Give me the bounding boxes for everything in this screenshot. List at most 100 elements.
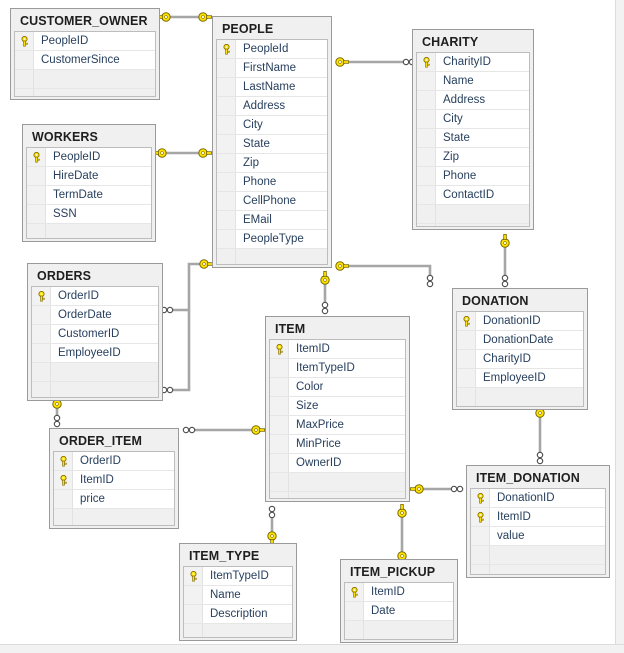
- field-row[interactable]: OwnerID: [270, 454, 405, 473]
- empty-field-row[interactable]: [217, 249, 327, 264]
- field-row[interactable]: EmployeeID: [457, 369, 583, 388]
- field-row[interactable]: ItemID: [270, 340, 405, 359]
- field-row[interactable]: Name: [184, 586, 292, 605]
- field-row[interactable]: City: [417, 110, 529, 129]
- field-gutter: [184, 605, 203, 623]
- field-row[interactable]: CharityID: [457, 350, 583, 369]
- field-name: Phone: [443, 170, 477, 182]
- er-diagram-canvas[interactable]: CUSTOMER_OWNER PeopleID CustomerSince PEOPL…: [0, 0, 624, 653]
- field-gutter: [457, 331, 476, 349]
- field-row[interactable]: DonationID: [471, 489, 605, 508]
- field-row[interactable]: OrderID: [32, 287, 158, 306]
- empty-field-row[interactable]: [270, 492, 405, 498]
- table-title: ITEM_DONATION: [476, 471, 580, 485]
- empty-field-row[interactable]: [345, 621, 453, 639]
- field-row[interactable]: Color: [270, 378, 405, 397]
- empty-field-row[interactable]: [32, 382, 158, 397]
- empty-field-row[interactable]: [54, 509, 174, 525]
- empty-field-row[interactable]: [15, 70, 155, 89]
- field-row[interactable]: CustomerID: [32, 325, 158, 344]
- table-item_pickup[interactable]: ITEM_PICKUP ItemID Date: [340, 559, 458, 643]
- table-workers[interactable]: WORKERS PeopleID HireDate TermDate SSN: [22, 124, 156, 242]
- field-name: Zip: [243, 157, 259, 169]
- field-row[interactable]: EmployeeID: [32, 344, 158, 363]
- field-row[interactable]: LastName: [217, 78, 327, 97]
- field-row[interactable]: MaxPrice: [270, 416, 405, 435]
- field-row[interactable]: Zip: [417, 148, 529, 167]
- field-gutter: [217, 230, 236, 248]
- field-row[interactable]: City: [217, 116, 327, 135]
- field-row[interactable]: PeopleId: [217, 40, 327, 59]
- field-row[interactable]: HireDate: [27, 167, 151, 186]
- field-row[interactable]: Phone: [417, 167, 529, 186]
- table-item_donation[interactable]: ITEM_DONATION DonationID ItemID value: [466, 465, 610, 578]
- field-row[interactable]: OrderDate: [32, 306, 158, 325]
- field-row[interactable]: CellPhone: [217, 192, 327, 211]
- table-item_type[interactable]: ITEM_TYPE ItemTypeID Name Description: [179, 543, 297, 641]
- field-row[interactable]: MinPrice: [270, 435, 405, 454]
- field-row[interactable]: DonationDate: [457, 331, 583, 350]
- empty-field-row[interactable]: [417, 205, 529, 224]
- field-row[interactable]: ItemID: [471, 508, 605, 527]
- table-customer_owner[interactable]: CUSTOMER_OWNER PeopleID CustomerSince: [10, 8, 160, 100]
- field-name: City: [443, 113, 463, 125]
- field-row[interactable]: Phone: [217, 173, 327, 192]
- field-row[interactable]: Address: [217, 97, 327, 116]
- table-donation[interactable]: DONATION DonationID DonationDate CharityID E…: [452, 288, 588, 410]
- field-name: FirstName: [243, 62, 297, 74]
- field-name: value: [497, 530, 525, 542]
- table-item[interactable]: ITEM ItemID ItemTypeID Color Size MaxPrice Min…: [265, 316, 410, 502]
- field-row[interactable]: PeopleID: [15, 32, 155, 51]
- empty-field-row[interactable]: [27, 224, 151, 238]
- empty-field-row[interactable]: [270, 473, 405, 492]
- field-row[interactable]: DonationID: [457, 312, 583, 331]
- table-people[interactable]: PEOPLE PeopleId FirstName LastName Address Ci…: [212, 16, 332, 268]
- field-name: OwnerID: [296, 457, 342, 469]
- field-row[interactable]: ItemID: [345, 583, 453, 602]
- field-row[interactable]: State: [417, 129, 529, 148]
- field-gutter: [54, 509, 73, 525]
- field-gutter: [217, 78, 236, 96]
- field-row[interactable]: State: [217, 135, 327, 154]
- field-row[interactable]: SSN: [27, 205, 151, 224]
- field-row[interactable]: ItemTypeID: [270, 359, 405, 378]
- empty-field-row[interactable]: [32, 363, 158, 382]
- table-title: ITEM: [275, 322, 306, 336]
- field-row[interactable]: PeopleType: [217, 230, 327, 249]
- field-row[interactable]: OrderID: [54, 452, 174, 471]
- empty-field-row[interactable]: [184, 624, 292, 637]
- table-orders[interactable]: ORDERS OrderID OrderDate CustomerID Employee…: [27, 263, 163, 401]
- field-row[interactable]: Description: [184, 605, 292, 624]
- field-row[interactable]: CustomerSince: [15, 51, 155, 70]
- field-row[interactable]: price: [54, 490, 174, 509]
- empty-field-row[interactable]: [417, 224, 529, 226]
- field-row[interactable]: ItemID: [54, 471, 174, 490]
- primary-key-icon: [217, 40, 236, 58]
- field-row[interactable]: Zip: [217, 154, 327, 173]
- field-name: SSN: [53, 208, 77, 220]
- field-row[interactable]: Name: [417, 72, 529, 91]
- table-charity[interactable]: CHARITY CharityID Name Address City State Zip P…: [412, 29, 534, 230]
- vertical-scrollbar[interactable]: [615, 0, 624, 653]
- empty-field-row[interactable]: [471, 565, 605, 574]
- field-row[interactable]: PeopleID: [27, 148, 151, 167]
- horizontal-scrollbar[interactable]: [0, 644, 624, 653]
- field-gutter: [217, 192, 236, 210]
- field-row[interactable]: value: [471, 527, 605, 546]
- field-gutter: [417, 110, 436, 128]
- field-row[interactable]: EMail: [217, 211, 327, 230]
- field-gutter: [32, 344, 51, 362]
- empty-field-row[interactable]: [457, 388, 583, 406]
- field-row[interactable]: ItemTypeID: [184, 567, 292, 586]
- empty-field-row[interactable]: [471, 546, 605, 565]
- empty-field-row[interactable]: [15, 89, 155, 96]
- table-order_item[interactable]: ORDER_ITEM OrderID ItemID price: [49, 428, 179, 529]
- field-row[interactable]: TermDate: [27, 186, 151, 205]
- field-row[interactable]: CharityID: [417, 53, 529, 72]
- field-row[interactable]: Address: [417, 91, 529, 110]
- field-row[interactable]: Size: [270, 397, 405, 416]
- field-row[interactable]: FirstName: [217, 59, 327, 78]
- field-name: Name: [210, 589, 241, 601]
- field-row[interactable]: ContactID: [417, 186, 529, 205]
- field-row[interactable]: Date: [345, 602, 453, 621]
